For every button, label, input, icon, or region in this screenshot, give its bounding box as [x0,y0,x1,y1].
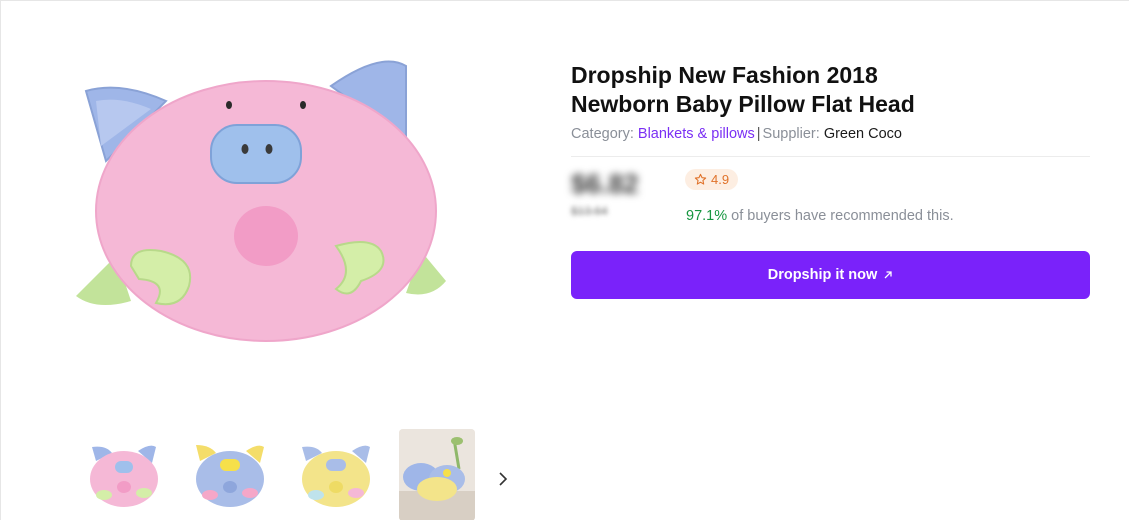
category-label: Category: [571,126,634,142]
dropship-button[interactable]: Dropship it now [571,251,1090,299]
category-link[interactable]: Blankets & pillows [638,126,755,142]
thumbnail-1[interactable] [81,429,167,520]
star-icon [694,173,707,185]
product-info: Dropship New Fashion 2018 Newborn Baby P… [571,61,1090,299]
meta-separator: | [756,126,761,142]
product-title-line1: Dropship New Fashion 2018 [571,62,878,88]
main-product-image [61,41,481,371]
supplier-name: Green Coco [823,126,902,142]
arrow-up-right-icon [883,267,893,284]
supplier-label: Supplier: [762,126,820,142]
dropship-button-label: Dropship it now [767,267,878,283]
thumbnail-strip [81,429,475,520]
product-title-line2: Newborn Baby Pillow Flat Head [571,91,915,117]
chevron-right-icon[interactable] [495,468,511,490]
thumbnail-2[interactable] [187,429,273,520]
recommendation-label: of buyers have recommended this. [731,208,954,224]
product-meta: Category: Blankets & pillows | Supplier: G… [571,126,1090,142]
thumbnail-4[interactable] [399,429,475,520]
rating-value: 4.9 [711,172,730,187]
thumbnail-3[interactable] [293,429,379,520]
price: $6.82 [571,169,639,199]
price-row: $6.82 $13.64 4.9 97.1% of buyers have re… [571,157,1090,227]
product-card: Dropship New Fashion 2018 Newborn Baby P… [0,0,1129,520]
recommendation-text: 97.1% of buyers have recommended this. [686,208,954,224]
product-title: Dropship New Fashion 2018 Newborn Baby P… [571,61,1090,119]
recommendation-percent: 97.1% [686,208,728,224]
old-price: $13.64 [571,204,608,218]
rating-badge: 4.9 [685,169,739,190]
